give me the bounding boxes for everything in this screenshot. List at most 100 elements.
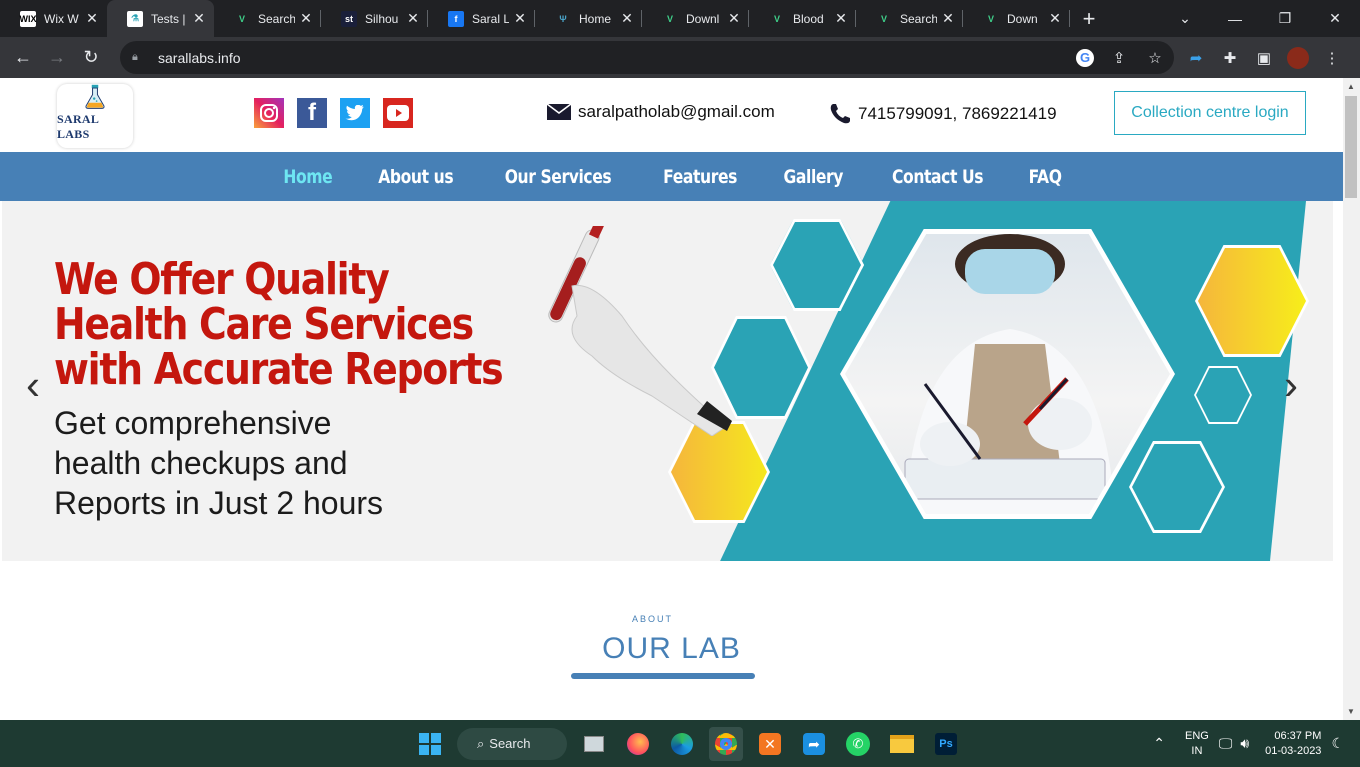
volume-icon[interactable]: 🔊︎ [1240,735,1249,752]
twitter-icon[interactable] [340,98,370,128]
browser-tab[interactable]: V Search ✕ [214,0,321,37]
hero-headline-2: Health Care Services [54,299,474,350]
whatsapp-icon[interactable]: ✆ [841,727,875,761]
nav-item-about-us[interactable]: About us [365,166,466,188]
browser-tab[interactable]: f Saral L ✕ [428,0,535,37]
url-text: sarallabs.info [158,49,241,66]
address-bar[interactable]: 🔒︎ sarallabs.info G ⇪ ☆ [120,41,1174,74]
youtube-icon[interactable] [383,98,413,128]
browser-tab[interactable]: st Silhou ✕ [321,0,428,37]
phone-icon [830,104,850,124]
clock[interactable]: 06:37 PM 01-03-2023 [1265,729,1321,759]
email-contact[interactable]: saralpatholab@gmail.com [546,102,775,122]
scroll-down-icon[interactable]: ▼ [1347,707,1355,716]
task-view-icon[interactable] [577,727,611,761]
system-tray: ⌃ ENG IN 🖵︎ 🔊︎ 06:37 PM 01-03-2023 ☾ [1153,720,1360,767]
close-window-icon[interactable]: ✕ [1310,0,1360,37]
section-title-underline [571,673,755,679]
reload-icon[interactable]: ↻ [74,41,108,75]
arrow-app-icon[interactable]: ➦ [797,727,831,761]
browser-tab[interactable]: V Blood ✕ [749,0,856,37]
browser-tab[interactable]: V Down ✕ [963,0,1070,37]
restore-icon[interactable]: ❐ [1260,0,1310,37]
wix-icon: WIX [20,10,37,27]
edge-icon[interactable] [665,727,699,761]
slider-next-icon[interactable]: › [1284,361,1298,409]
extension-arrow-icon[interactable]: ➦ [1185,47,1207,69]
profile-avatar[interactable] [1287,46,1309,69]
nav-item-contact-us[interactable]: Contact Us [879,166,996,188]
nav-item-home[interactable]: Home [270,166,345,188]
vectorstock-icon: V [876,10,892,27]
file-explorer-icon[interactable] [885,727,919,761]
tab-separator [1069,10,1070,27]
tab-title: Wix W [44,11,79,26]
close-tab-icon[interactable]: ✕ [941,10,955,27]
facebook-icon[interactable]: f [297,98,327,128]
extensions-bar: ➦ ✚ ▣ ⋮ [1185,41,1343,74]
vectorstock-icon: V [769,10,785,27]
taskbar-search-label: Search [489,736,531,751]
vectorstock-icon: V [983,10,999,27]
chrome-icon[interactable] [709,726,743,761]
taskbar-search[interactable]: ⌕ Search [457,727,567,760]
phone-text: 7415799091, 7869221419 [858,104,1057,123]
site-logo[interactable]: SARAL LABS [57,84,133,148]
minimize-icon[interactable]: — [1210,0,1260,37]
main-navigation: Home About us Our Services Features Gallery C… [0,152,1343,201]
vectorstock-icon: V [234,10,250,27]
social-links: f [254,98,413,128]
browser-tab[interactable]: Ψ Home ✕ [535,0,642,37]
browser-tab[interactable]: V Search ✕ [856,0,963,37]
close-tab-icon[interactable]: ✕ [620,10,634,27]
close-tab-icon[interactable]: ✕ [299,10,313,27]
nav-item-our-services[interactable]: Our Services [492,166,625,188]
close-tab-icon[interactable]: ✕ [406,10,420,27]
firefox-icon[interactable] [621,727,655,761]
phone-contact[interactable]: 7415799091, 7869221419 [828,102,1057,126]
new-tab-icon[interactable]: + [1074,0,1104,37]
browser-tab[interactable]: ⚗ Tests | ✕ [107,0,214,37]
close-tab-icon[interactable]: ✕ [727,10,741,27]
share-icon[interactable]: ⇪ [1108,47,1130,69]
browser-tab[interactable]: V Downl ✕ [642,0,749,37]
scroll-up-icon[interactable]: ▲ [1347,82,1355,91]
side-panel-icon[interactable]: ▣ [1253,47,1275,69]
xampp-icon[interactable]: ✕ [753,727,787,761]
hero-slider: We Offer Quality Health Care Services wi… [2,201,1333,561]
bookmark-star-icon[interactable]: ☆ [1144,47,1166,69]
network-icon[interactable]: 🖵︎ [1219,735,1233,752]
show-hidden-icons-icon[interactable]: ⌃ [1153,735,1165,752]
photoshop-icon[interactable]: Ps [929,727,963,761]
start-windows-icon[interactable] [413,727,447,761]
close-tab-icon[interactable]: ✕ [513,10,527,27]
scrollbar-thumb[interactable] [1345,96,1357,198]
close-tab-icon[interactable]: ✕ [85,10,99,27]
close-tab-icon[interactable]: ✕ [192,10,206,27]
nav-item-faq[interactable]: FAQ [1015,166,1074,188]
close-tab-icon[interactable]: ✕ [834,10,848,27]
browser-tab[interactable]: WIX Wix W ✕ [0,0,107,37]
nav-item-features[interactable]: Features [650,166,750,188]
instagram-icon[interactable] [254,98,284,128]
menu-kebab-icon[interactable]: ⋮ [1321,47,1343,69]
clock-time: 06:37 PM [1274,729,1322,742]
collection-centre-login-button[interactable]: Collection centre login [1114,91,1306,135]
notification-icon[interactable]: ☾ [1331,735,1344,752]
saral-icon: ⚗ [127,10,143,27]
region-text: IN [1191,744,1203,757]
hero-headline-3: with Accurate Reports [54,344,504,395]
page-scrollbar[interactable]: ▲ ▼ [1343,78,1360,720]
back-icon[interactable]: ← [6,41,40,75]
clock-date: 01-03-2023 [1265,744,1322,757]
language-indicator[interactable]: ENG IN [1185,729,1209,759]
google-lens-icon[interactable]: G [1076,48,1094,67]
site-header: SARAL LABS f saralpatholab@gmail.com 741… [0,78,1343,152]
forward-icon[interactable]: → [40,41,74,75]
tab-search-icon[interactable]: ⌄ [1160,0,1210,37]
close-tab-icon[interactable]: ✕ [1048,10,1062,27]
extensions-puzzle-icon[interactable]: ✚ [1219,47,1241,69]
slider-prev-icon[interactable]: ‹ [26,361,40,409]
silhouette-icon: st [341,10,357,27]
nav-item-gallery[interactable]: Gallery [771,166,857,188]
